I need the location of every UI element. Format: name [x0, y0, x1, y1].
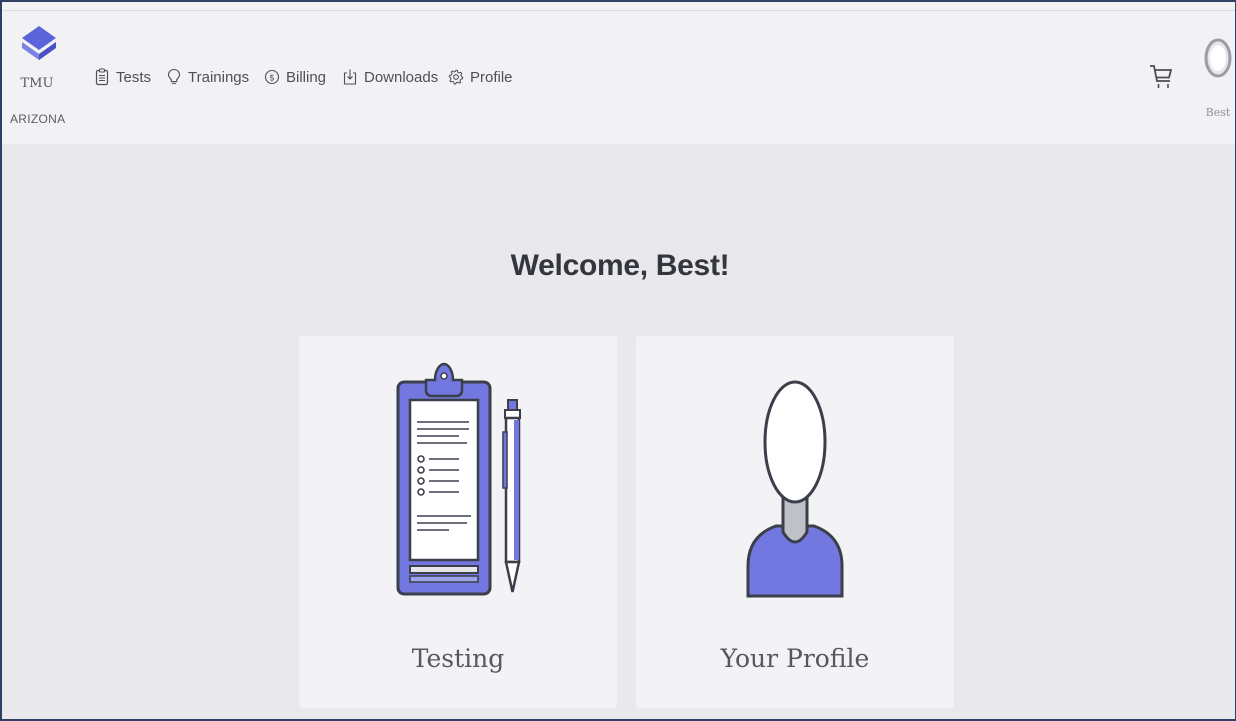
app-frame: TMU ARIZONA Tests Trainings $ Billing Do…	[0, 0, 1236, 721]
nav-label-tests: Tests	[116, 68, 152, 86]
nav-label-downloads: Downloads	[364, 68, 439, 86]
cart-icon[interactable]	[1148, 62, 1174, 92]
lightbulb-icon	[167, 68, 181, 84]
dollar-circle-icon: $	[264, 69, 280, 85]
user-menu[interactable]: Best	[1200, 38, 1235, 128]
person-bust-illustration	[746, 380, 844, 598]
nav-label-profile: Profile	[470, 68, 513, 86]
gear-icon	[448, 69, 464, 85]
clipboard-pen-illustration	[396, 362, 521, 596]
brand-name-primary: TMU	[20, 76, 54, 91]
testing-card-label: Testing	[411, 644, 505, 673]
nav-item-billing[interactable]: $ Billing	[264, 68, 326, 86]
user-name: Best	[1205, 106, 1231, 119]
testing-card[interactable]: Testing	[299, 336, 617, 708]
download-icon	[343, 69, 357, 85]
nav-item-tests[interactable]: Tests	[94, 68, 151, 86]
top-navbar: TMU ARIZONA Tests Trainings $ Billing Do…	[2, 2, 1235, 144]
nav-label-billing: Billing	[286, 68, 327, 86]
your-profile-card[interactable]: Your Profile	[636, 336, 954, 708]
brand-name-secondary: ARIZONA	[10, 112, 66, 126]
your-profile-card-label: Your Profile	[720, 644, 870, 673]
header-divider	[2, 10, 1235, 11]
clipboard-icon	[95, 68, 109, 86]
user-avatar-icon	[1204, 38, 1232, 78]
nav-item-trainings[interactable]: Trainings	[166, 68, 249, 86]
graduation-cap-icon	[22, 26, 56, 60]
nav-label-trainings: Trainings	[188, 68, 250, 86]
brand-logo-link[interactable]: TMU ARIZONA	[10, 26, 72, 134]
welcome-heading: Welcome, Best!	[510, 249, 730, 282]
svg-text:$: $	[269, 73, 275, 83]
nav-item-downloads[interactable]: Downloads	[342, 68, 438, 86]
nav-item-profile[interactable]: Profile	[448, 68, 513, 86]
